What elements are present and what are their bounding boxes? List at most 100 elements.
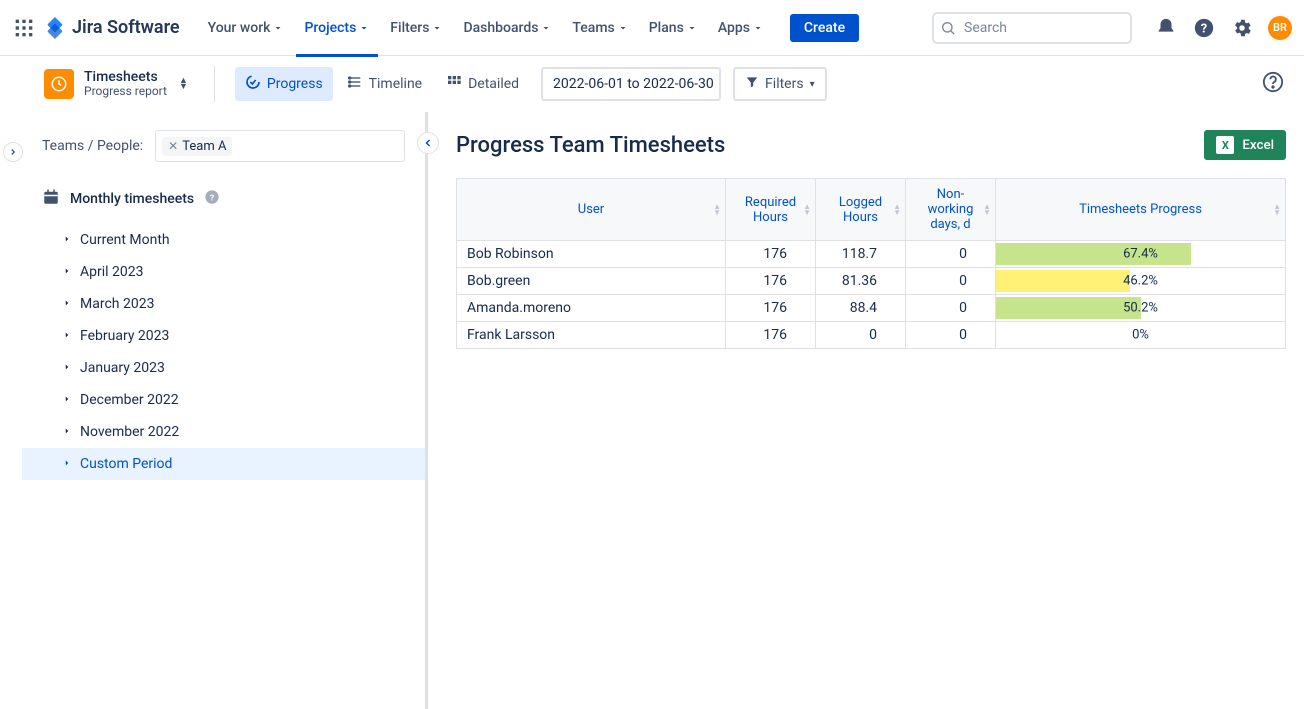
chevron-updown-icon: ▲▼ [179, 78, 188, 90]
col-header[interactable]: Timesheets Progress ▲▼ [996, 179, 1286, 241]
cell-user: Frank Larsson [457, 322, 726, 349]
chevron-right-icon [62, 360, 72, 376]
tree-item[interactable]: December 2022 [22, 384, 425, 416]
tree-item[interactable]: February 2023 [22, 320, 425, 352]
svg-text:?: ? [210, 193, 214, 203]
nav-item-label: Apps [718, 20, 750, 36]
secondary-help-icon[interactable] [1262, 71, 1284, 97]
app-switcher-icon[interactable] [12, 16, 36, 40]
avatar[interactable]: BR [1268, 16, 1292, 40]
team-chip-input[interactable]: ✕ Team A [155, 130, 405, 162]
tree-item-label: Custom Period [80, 456, 172, 472]
col-header[interactable]: Logged Hours▲▼ [816, 179, 906, 241]
table-row: Frank Larsson176000% [457, 322, 1286, 349]
cell-progress: 46.2% [996, 268, 1286, 295]
teams-people-label: Teams / People: [42, 138, 143, 154]
search-icon [940, 20, 956, 40]
chevron-down-icon: ▾ [810, 79, 815, 90]
tree-item[interactable]: November 2022 [22, 416, 425, 448]
nav-item-label: Filters [390, 20, 429, 36]
sidebar-section-header: Monthly timesheets ? [22, 178, 425, 224]
nav-item-label: Plans [649, 20, 684, 36]
nav-item-apps[interactable]: Apps [710, 14, 772, 42]
progress-label: 0% [1132, 328, 1149, 343]
global-nav: Jira Software Your work Projects Filters Da… [0, 0, 1304, 56]
tree-item[interactable]: April 2023 [22, 256, 425, 288]
chevron-right-icon [62, 456, 72, 472]
product-logo[interactable]: Jira Software [44, 17, 180, 39]
info-icon[interactable]: ? [204, 189, 220, 209]
cell-logged: 0 [816, 322, 906, 349]
nav-item-plans[interactable]: Plans [641, 14, 706, 42]
primary-nav: Your work Projects Filters Dashboards Teams P… [200, 14, 772, 42]
tree-item[interactable]: Current Month [22, 224, 425, 256]
chevron-right-icon [62, 296, 72, 312]
settings-icon[interactable] [1230, 16, 1254, 40]
view-label: Timeline [369, 76, 422, 92]
excel-label: Excel [1242, 138, 1274, 153]
tree-item-label: January 2023 [80, 360, 165, 376]
sidebar-collapse-handle[interactable] [417, 132, 439, 154]
cell-logged: 118.7 [816, 241, 906, 268]
progress-label: 50.2% [1123, 301, 1158, 316]
date-range-picker[interactable]: 2022-06-01 to 2022-06-30 [541, 67, 721, 101]
project-switcher[interactable]: Timesheets Progress report ▲▼ [44, 69, 188, 99]
cell-required: 176 [726, 241, 816, 268]
search-input[interactable] [932, 12, 1132, 44]
tree-item[interactable]: January 2023 [22, 352, 425, 384]
table-body: Bob Robinson176118.7067.4%Bob.green17681… [457, 241, 1286, 349]
sort-icon: ▲▼ [713, 204, 721, 216]
tree-item-label: November 2022 [80, 424, 179, 440]
nav-item-your-work[interactable]: Your work [200, 14, 293, 42]
view-label: Detailed [468, 76, 519, 92]
nav-item-filters[interactable]: Filters [382, 14, 451, 42]
left-rail-handle[interactable] [3, 142, 23, 162]
col-header[interactable]: Non-working days, d▲▼ [906, 179, 996, 241]
sort-icon: ▲▼ [1273, 204, 1281, 216]
cell-nonworking: 0 [906, 295, 996, 322]
team-chip[interactable]: ✕ Team A [162, 137, 232, 156]
tree-item[interactable]: Custom Period [22, 448, 425, 480]
view-detailed[interactable]: Detailed [436, 67, 529, 101]
nav-item-label: Projects [304, 20, 356, 36]
main-area: Teams / People: ✕ Team A Monthly timeshe… [0, 112, 1304, 709]
project-subtitle: Progress report [84, 85, 167, 98]
nav-item-teams[interactable]: Teams [564, 14, 636, 42]
cell-progress: 0% [996, 322, 1286, 349]
tree-item[interactable]: March 2023 [22, 288, 425, 320]
chevron-right-icon [62, 424, 72, 440]
project-title: Timesheets [84, 70, 167, 85]
nav-item-dashboards[interactable]: Dashboards [455, 14, 560, 42]
cell-logged: 88.4 [816, 295, 906, 322]
divider [214, 66, 215, 102]
chip-remove-icon[interactable]: ✕ [168, 139, 178, 153]
filters-button[interactable]: Filters ▾ [733, 67, 827, 101]
create-button[interactable]: Create [790, 14, 859, 42]
tree-item-label: Current Month [80, 232, 170, 248]
view-progress[interactable]: Progress [235, 67, 333, 101]
sidebar: Teams / People: ✕ Team A Monthly timeshe… [22, 112, 428, 709]
page-title: Progress Team Timesheets [456, 133, 725, 158]
progress-icon [245, 74, 261, 94]
col-label: Logged Hours [839, 195, 882, 225]
tree-item-label: February 2023 [80, 328, 169, 344]
notifications-icon[interactable] [1154, 16, 1178, 40]
global-search [932, 12, 1132, 44]
project-icon [44, 69, 74, 99]
nav-item-label: Teams [572, 20, 614, 36]
col-label: User [578, 202, 604, 217]
nav-item-projects[interactable]: Projects [296, 14, 378, 42]
col-header[interactable]: User ▲▼ [457, 179, 726, 241]
col-header[interactable]: Required Hours▲▼ [726, 179, 816, 241]
view-switcher: Progress Timeline Detailed [235, 67, 529, 101]
secondary-bar: Timesheets Progress report ▲▼ Progress Ti… [0, 56, 1304, 112]
col-label: Required Hours [745, 195, 796, 225]
col-label: Timesheets Progress [1079, 202, 1202, 217]
view-timeline[interactable]: Timeline [337, 67, 432, 101]
export-excel-button[interactable]: X Excel [1204, 130, 1286, 160]
filter-icon [745, 75, 759, 93]
team-filter-row: Teams / People: ✕ Team A [22, 112, 425, 178]
jira-logo-icon [44, 17, 66, 39]
help-icon[interactable]: ? [1192, 16, 1216, 40]
table-header-row: User▲▼Required Hours▲▼Logged Hours▲▼Non-… [457, 179, 1286, 241]
